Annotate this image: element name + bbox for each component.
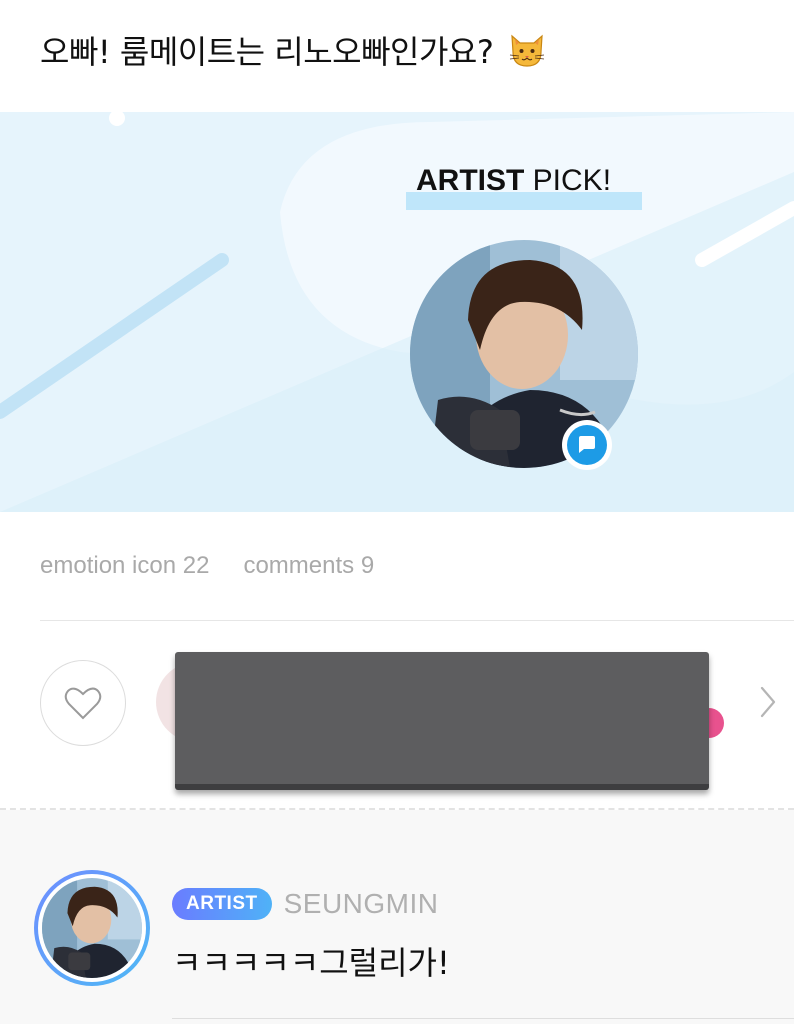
heart-outline-icon xyxy=(64,687,102,720)
artist-badge: ARTIST xyxy=(172,888,272,920)
comment-avatar-photo xyxy=(42,878,142,978)
pick-text: ARTIST PICK! xyxy=(416,164,611,198)
chat-badge xyxy=(562,420,612,470)
post-title-text: 오빠! 룸메이트는 리노오빠인가요? xyxy=(40,33,494,71)
emotion-count[interactable]: emotion icon 22 xyxy=(40,552,209,580)
comment-avatar-image xyxy=(42,878,142,978)
banner-decoration xyxy=(0,112,794,512)
comment-count[interactable]: comments 9 xyxy=(243,552,374,580)
comment-avatar[interactable] xyxy=(34,870,150,986)
post-detail-page: 오빠! 룸메이트는 리노오빠인가요? ARTIST PICK! emotion … xyxy=(0,0,794,1024)
comment-section: ARTIST SEUNGMIN ㅋㅋㅋㅋㅋ그럴리가! xyxy=(0,810,794,1024)
comment-avatar-frame xyxy=(38,874,146,982)
artist-pick-banner[interactable]: ARTIST PICK! xyxy=(0,112,794,512)
redaction-box xyxy=(175,652,709,790)
pick-text-light: PICK! xyxy=(532,164,612,197)
comment-text: ㅋㅋㅋㅋㅋ그럴리가! xyxy=(172,944,450,982)
comment-header: ARTIST SEUNGMIN xyxy=(172,888,439,920)
chat-bubble-icon xyxy=(579,436,595,453)
stats-divider xyxy=(40,620,794,621)
chevron-right-icon[interactable] xyxy=(756,684,780,720)
comment-divider xyxy=(172,1018,794,1019)
artist-pick-label: ARTIST PICK! xyxy=(406,164,642,210)
comment-author[interactable]: SEUNGMIN xyxy=(284,888,439,920)
chat-badge-inner xyxy=(567,425,607,465)
like-button[interactable] xyxy=(40,660,126,746)
pick-text-bold: ARTIST xyxy=(416,164,525,197)
cat-face-emoji-icon xyxy=(510,34,545,67)
post-title: 오빠! 룸메이트는 리노오빠인가요? xyxy=(40,22,547,78)
post-stats: emotion icon 22 comments 9 xyxy=(40,552,374,580)
